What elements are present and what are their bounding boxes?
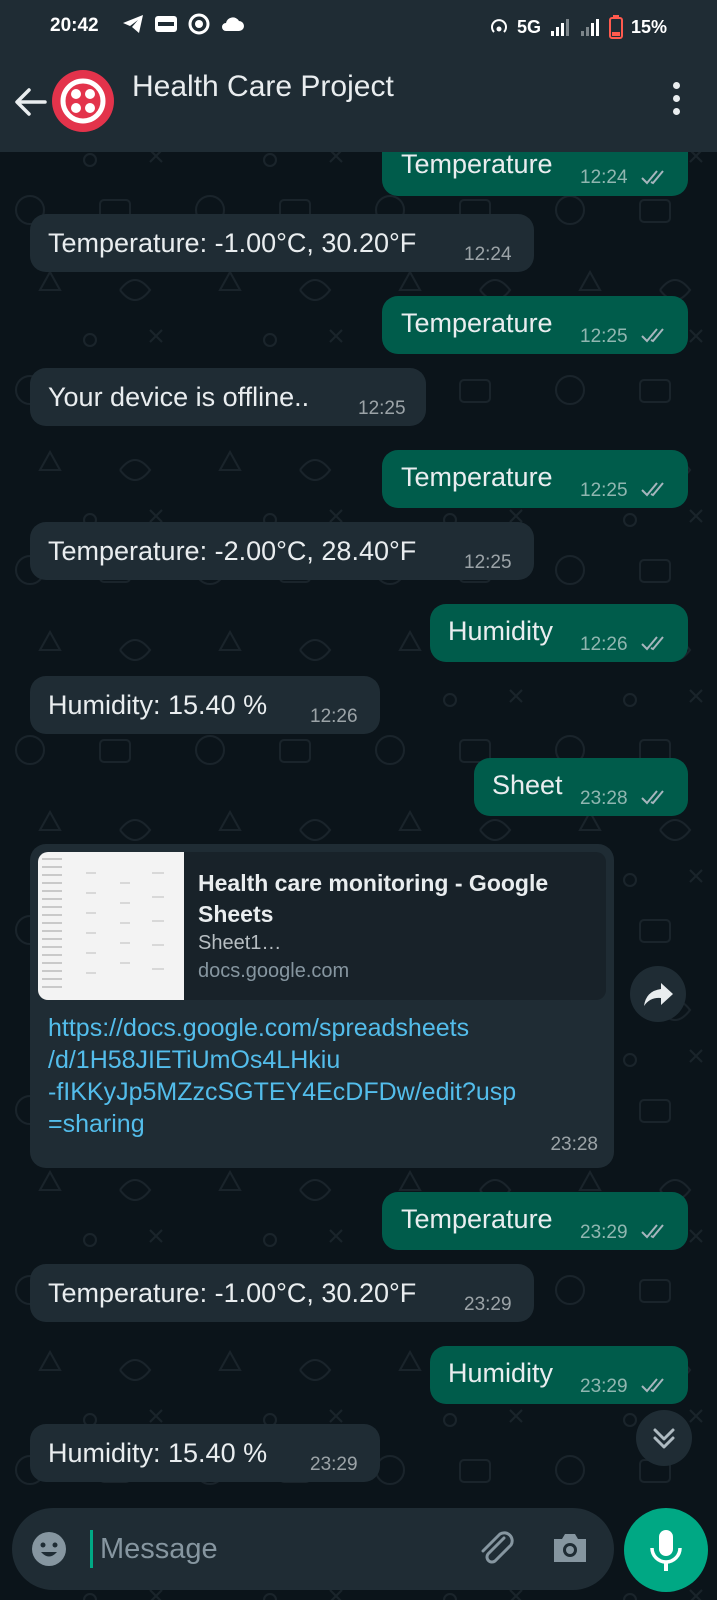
text-cursor — [90, 1530, 93, 1568]
message-outgoing[interactable]: Temperature 12:24 — [382, 152, 688, 196]
message-outgoing[interactable]: Sheet 23:28 — [474, 758, 688, 816]
message-text: Temperature — [401, 308, 553, 338]
paytm-icon — [155, 16, 177, 32]
message-text: Humidity — [448, 616, 554, 646]
status-time: 20:42 — [50, 15, 99, 36]
message-time: 23:28 — [550, 1134, 598, 1155]
network-type: 5G — [516, 16, 541, 37]
status-bar: 20:42 5G 15% — [0, 0, 717, 52]
message-time: 12:24 — [580, 167, 628, 188]
signal-icon — [550, 19, 569, 36]
read-ticks-icon — [641, 482, 664, 497]
emoji-icon[interactable] — [30, 1530, 68, 1568]
message-composer — [12, 1508, 614, 1590]
message-text: Temperature: -2.00°C, 28.40°F — [48, 536, 417, 566]
message-list: Temperature 12:24 Temperature: -1.00°C, … — [0, 152, 717, 1482]
more-options-icon[interactable] — [666, 82, 686, 122]
forward-button[interactable] — [630, 966, 686, 1022]
attach-icon[interactable] — [474, 1528, 518, 1568]
double-chevron-down-icon — [653, 1428, 675, 1449]
link-preview-title: Health care monitoring - Google Sheets — [198, 870, 549, 927]
message-text: Temperature: -1.00°C, 30.20°F — [48, 228, 417, 258]
message-outgoing[interactable]: Temperature 12:25 — [382, 450, 688, 508]
link-preview-domain: docs.google.com — [198, 960, 350, 982]
read-ticks-icon — [641, 636, 664, 651]
message-time: 23:29 — [580, 1376, 628, 1397]
chat-header: Health Care Project — [0, 52, 717, 152]
message-time: 12:25 — [464, 552, 512, 573]
message-outgoing[interactable]: Temperature 12:25 — [382, 296, 688, 354]
message-input[interactable] — [98, 1526, 462, 1572]
spreadsheet-thumbnail — [38, 852, 184, 1000]
circle-icon — [188, 13, 210, 35]
message-time: 12:26 — [580, 634, 628, 655]
link-preview-message[interactable]: Health care monitoring - Google Sheets S… — [30, 844, 614, 1168]
message-incoming[interactable]: Temperature: -1.00°C, 30.20°F 23:29 — [30, 1264, 534, 1322]
message-time: 23:29 — [310, 1454, 358, 1475]
read-ticks-icon — [641, 170, 664, 185]
microphone-icon — [650, 1530, 682, 1571]
message-text: Temperature — [401, 462, 553, 492]
message-outgoing[interactable]: Humidity 12:26 — [430, 604, 688, 662]
read-ticks-icon — [641, 1378, 664, 1393]
message-text: Temperature — [401, 152, 553, 179]
message-time: 12:25 — [358, 398, 406, 419]
cloud-icon — [222, 17, 244, 31]
message-incoming[interactable]: Humidity: 15.40 % 12:26 — [30, 676, 380, 734]
read-ticks-icon — [641, 790, 664, 805]
message-outgoing[interactable]: Humidity 23:29 — [430, 1346, 688, 1404]
message-link[interactable]: https://docs.google.com/spreadsheets /d/… — [48, 1012, 598, 1140]
camera-icon[interactable] — [550, 1530, 590, 1566]
message-incoming[interactable]: Temperature: -1.00°C, 30.20°F 12:24 — [30, 214, 534, 272]
message-incoming[interactable]: Temperature: -2.00°C, 28.40°F 12:25 — [30, 522, 534, 580]
twilio-logo-icon — [60, 78, 106, 124]
message-incoming[interactable]: Your device is offline.. 12:25 — [30, 368, 426, 426]
message-incoming[interactable]: Humidity: 15.40 % 23:29 — [30, 1424, 380, 1482]
battery-icon — [608, 15, 623, 39]
message-time: 12:26 — [310, 706, 358, 727]
signal-icon-2 — [580, 19, 599, 36]
hotspot-icon — [491, 19, 507, 33]
status-system-icons: 5G 15% — [489, 15, 667, 39]
message-outgoing[interactable]: Temperature 23:29 — [382, 1192, 688, 1250]
read-ticks-icon — [641, 328, 664, 343]
scroll-to-bottom-button[interactable] — [636, 1410, 692, 1466]
message-text: Humidity — [448, 1358, 554, 1388]
forward-icon — [644, 983, 673, 1006]
link-preview-subtitle: Sheet1… — [198, 932, 282, 954]
message-text: Temperature: -1.00°C, 30.20°F — [48, 1278, 417, 1308]
message-time: 23:28 — [580, 788, 628, 809]
message-time: 12:25 — [580, 480, 628, 501]
avatar[interactable] — [52, 70, 114, 132]
message-time: 23:29 — [464, 1294, 512, 1315]
message-time: 12:25 — [580, 326, 628, 347]
telegram-icon — [123, 15, 143, 33]
message-text: Your device is offline.. — [48, 382, 310, 412]
battery-percentage: 15% — [630, 16, 667, 37]
back-arrow-icon[interactable] — [12, 84, 48, 120]
message-text: Humidity: 15.40 % — [48, 690, 268, 720]
message-text: Temperature — [401, 1204, 553, 1234]
status-notification-icons — [122, 13, 244, 35]
read-ticks-icon — [641, 1224, 664, 1239]
link-preview[interactable]: Health care monitoring - Google Sheets S… — [38, 852, 606, 1000]
message-text: Sheet — [492, 770, 563, 800]
voice-message-button[interactable] — [624, 1508, 708, 1592]
chat-title[interactable]: Health Care Project — [132, 70, 394, 104]
message-text: Humidity: 15.40 % — [48, 1438, 268, 1468]
message-time: 23:29 — [580, 1222, 628, 1243]
message-time: 12:24 — [464, 244, 512, 265]
